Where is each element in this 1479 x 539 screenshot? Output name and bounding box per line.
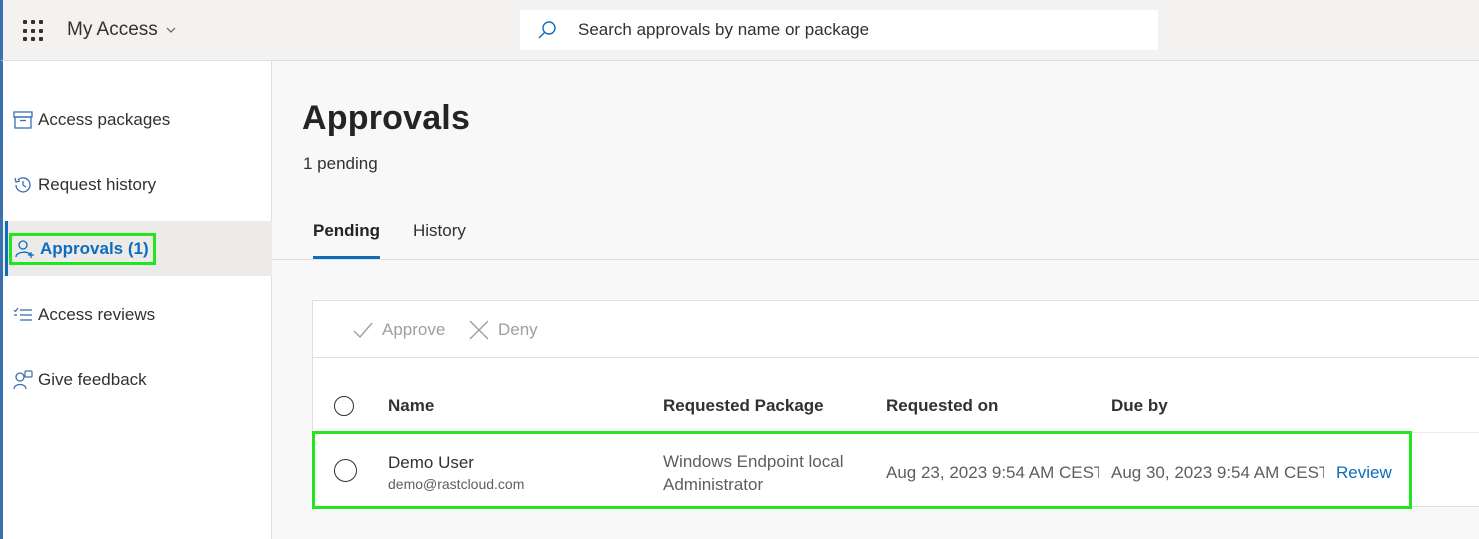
close-icon (469, 320, 489, 340)
search-icon (538, 21, 556, 39)
deny-button[interactable]: Deny (468, 319, 538, 341)
sidebar-item-label: Request history (38, 174, 157, 194)
approve-button[interactable]: Approve (352, 319, 445, 341)
top-bar: My Access (0, 0, 1479, 61)
column-header-due-by[interactable]: Due by (1111, 396, 1168, 416)
column-header-name[interactable]: Name (388, 396, 434, 416)
highlight-box: Approvals (1) (9, 232, 156, 265)
sidebar-item-request-history[interactable]: Request history (3, 157, 272, 212)
chevron-down-icon (166, 27, 176, 33)
package-name-line1: Windows Endpoint local (663, 452, 844, 471)
app-title: My Access (67, 19, 158, 40)
sidebar-item-label: Access reviews (38, 304, 156, 324)
package-name-line2: Administrator (663, 475, 764, 494)
checklist-icon (12, 304, 34, 326)
person-add-icon (14, 238, 36, 260)
app-title-menu[interactable]: My Access (67, 19, 176, 41)
table-row[interactable]: Demo User demo@rastcloud.com Windows End… (312, 431, 1412, 509)
sidebar-item-label: Approvals (1) (40, 238, 149, 258)
history-icon (12, 174, 34, 196)
tab-pending[interactable]: Pending (313, 221, 381, 259)
table-header: Name Requested Package Requested on Due … (313, 359, 1479, 433)
column-header-requested-package[interactable]: Requested Package (663, 396, 824, 416)
sidebar-item-access-packages[interactable]: Access packages (3, 92, 272, 147)
active-indicator (5, 221, 8, 276)
sidebar: Access packages Request history Approval… (0, 61, 272, 539)
main-content: Approvals 1 pending Pending History Appr… (272, 61, 1479, 539)
approve-label: Approve (382, 320, 446, 339)
sidebar-item-access-reviews[interactable]: Access reviews (3, 287, 272, 342)
package-icon (12, 109, 34, 131)
command-bar: Approve Deny (313, 301, 1479, 358)
select-all-radio[interactable] (334, 396, 354, 416)
checkmark-icon (353, 322, 373, 339)
search-input[interactable] (578, 20, 1138, 40)
pending-count: 1 pending (303, 154, 378, 173)
tab-history[interactable]: History (413, 221, 466, 259)
approvals-table-card: Approve Deny Name Requested Package Requ… (312, 300, 1479, 509)
sidebar-item-approvals[interactable]: Approvals (1) (3, 221, 272, 276)
row-select-radio[interactable] (334, 459, 357, 482)
tab-bar: Pending History (272, 207, 1479, 260)
app-launcher-icon[interactable] (23, 20, 45, 42)
feedback-icon (12, 369, 34, 391)
requester-name: Demo User (388, 453, 474, 472)
page-title: Approvals (302, 99, 471, 137)
due-by-date: Aug 30, 2023 9:54 AM CEST (1111, 463, 1324, 482)
sidebar-item-give-feedback[interactable]: Give feedback (3, 352, 272, 407)
sidebar-item-label: Access packages (38, 109, 171, 129)
review-link[interactable]: Review (1336, 463, 1392, 483)
search-box[interactable] (520, 10, 1158, 50)
requester-email: demo@rastcloud.com (388, 476, 525, 492)
column-header-requested-on[interactable]: Requested on (886, 396, 998, 416)
requested-on-date: Aug 23, 2023 9:54 AM CEST (886, 463, 1099, 482)
deny-label: Deny (498, 320, 538, 339)
sidebar-item-label: Give feedback (38, 369, 147, 389)
